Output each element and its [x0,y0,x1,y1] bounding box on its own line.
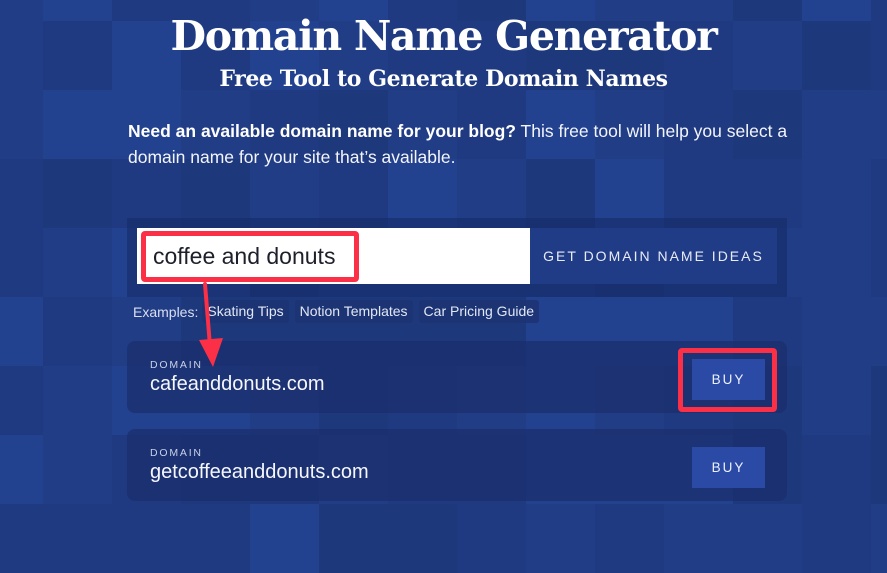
page-title: Domain Name Generator [170,12,717,60]
background-tile [871,504,887,573]
examples-row: Examples: Skating Tips Notion Templates … [133,300,545,323]
background-tile [43,504,112,573]
background-tile [181,504,250,573]
background-tile [388,504,457,573]
domain-result-card: DOMAIN getcoffeeanddonuts.com BUY [127,429,787,501]
example-chip[interactable]: Car Pricing Guide [418,300,540,323]
intro-bold: Need an available domain name for your b… [128,121,516,141]
domain-name: getcoffeeanddonuts.com [150,461,369,483]
domain-label: DOMAIN [150,359,203,371]
background-tile [457,504,526,573]
background-tile [0,504,43,573]
keyword-input[interactable] [137,228,530,284]
background-tile [733,504,802,573]
page-subtitle: Free Tool to Generate Domain Names [219,66,668,92]
page: Domain Name Generator Free Tool to Gener… [0,0,887,508]
buy-button[interactable]: BUY [692,447,765,488]
intro-text: Need an available domain name for your b… [128,118,788,170]
example-chip[interactable]: Notion Templates [294,300,413,323]
buy-button[interactable]: BUY [692,359,765,400]
domain-label: DOMAIN [150,447,203,459]
background-tile [595,504,664,573]
background-tile [112,504,181,573]
background-tile [802,504,871,573]
get-domain-ideas-button[interactable]: GET DOMAIN NAME IDEAS [530,228,777,284]
search-form: GET DOMAIN NAME IDEAS [127,218,787,297]
background-tile [319,504,388,573]
domain-result-card: DOMAIN cafeanddonuts.com BUY [127,341,787,413]
background-tile [250,504,319,573]
example-chip[interactable]: Skating Tips [202,300,289,323]
search-row: GET DOMAIN NAME IDEAS [137,228,777,284]
background-tile [664,504,733,573]
examples-label: Examples: [133,303,199,320]
domain-name: cafeanddonuts.com [150,373,325,395]
background-tile [526,504,595,573]
